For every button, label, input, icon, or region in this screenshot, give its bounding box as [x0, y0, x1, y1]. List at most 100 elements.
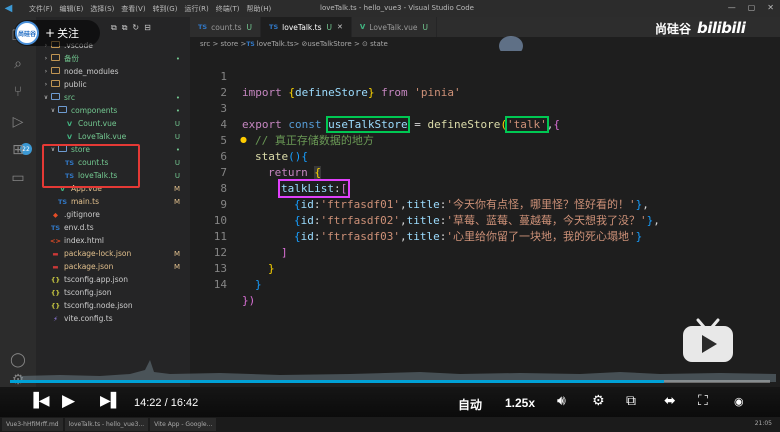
- tree-file[interactable]: ▬ package.json M: [36, 260, 190, 273]
- ts-file-icon: TS: [50, 223, 61, 232]
- code-line: 12 }: [190, 229, 780, 275]
- breadcrumb-file[interactable]: loveTalk.ts: [257, 40, 294, 48]
- follow-button[interactable]: 尚硅谷 + 关注: [14, 20, 100, 46]
- menu-item-terminal[interactable]: 终端(T): [216, 4, 240, 14]
- tab-count-ts[interactable]: TS count.ts U: [190, 17, 262, 37]
- title-bar: ◀ 文件(F) 编辑(E) 选择(S) 查看(V) 转到(G) 运行(R) 终端…: [0, 0, 780, 17]
- tab-lovetalk-vue[interactable]: V LoveTalk.vue U: [351, 17, 438, 37]
- tab-close-icon[interactable]: ✕: [337, 23, 343, 31]
- taskbar-item[interactable]: Vite App - Google...: [150, 418, 217, 431]
- tree-item-label: components: [71, 106, 118, 115]
- code-line: 4 // 真正存储数据的地方: [190, 101, 780, 147]
- maximize-icon[interactable]: ▢: [748, 3, 756, 12]
- widescreen-icon[interactable]: ⬌: [664, 393, 676, 409]
- chevron-icon: ›: [44, 68, 48, 75]
- tree-item-label: tsconfig.node.json: [64, 301, 133, 310]
- settings-icon[interactable]: ⚙: [592, 393, 605, 409]
- lightbulb-icon[interactable]: ●: [240, 135, 247, 144]
- window-title: loveTalk.ts - hello_vue3 - Visual Studio…: [320, 4, 474, 12]
- run-debug-icon[interactable]: ▷: [9, 113, 27, 131]
- tree-folder[interactable]: › 备份 •: [36, 52, 190, 65]
- breadcrumb: src > store > TS loveTalk.ts > ⊘useTalkS…: [190, 37, 780, 51]
- breadcrumb-path[interactable]: src > store >: [200, 40, 246, 48]
- npm-file-icon: ▬: [52, 249, 59, 258]
- tree-file[interactable]: ◆ .gitignore: [36, 208, 190, 221]
- git-status-badge: •: [175, 54, 180, 63]
- git-status-badge: U: [174, 158, 180, 167]
- tree-folder[interactable]: ∨ components •: [36, 104, 190, 117]
- plus-icon: +: [45, 26, 56, 40]
- close-icon[interactable]: ✕: [767, 3, 774, 12]
- up-avatar-icon[interactable]: ◉: [734, 395, 744, 408]
- taskbar-item[interactable]: loveTalk.ts - hello_vue3...: [64, 418, 149, 431]
- code-line: 8 {id:'ftrfasdf01',title:'今天你有点怪，哪里怪？怪好看…: [190, 165, 780, 211]
- tree-file[interactable]: <> index.html: [36, 234, 190, 247]
- tree-folder[interactable]: ∨ src •: [36, 91, 190, 104]
- tree-file[interactable]: {} tsconfig.node.json: [36, 299, 190, 312]
- tree-folder[interactable]: › node_modules: [36, 65, 190, 78]
- picture-in-picture-icon[interactable]: ⧉: [626, 393, 636, 409]
- menu-item-go[interactable]: 转到(G): [153, 4, 178, 14]
- previous-icon[interactable]: ▐◀: [28, 393, 50, 409]
- vscode-logo-icon: ◀: [4, 3, 13, 14]
- chevron-icon: ›: [44, 81, 48, 88]
- taskbar-item[interactable]: Vue3-hHfiMrff.md: [2, 418, 63, 431]
- source-control-icon[interactable]: ⑂: [9, 83, 27, 101]
- git-status-badge: M: [173, 184, 180, 193]
- bilibili-logo: bilibili: [697, 19, 746, 37]
- tree-file[interactable]: V Count.vue U: [36, 117, 190, 130]
- tree-item-label: LoveTalk.vue: [78, 132, 127, 141]
- tree-file[interactable]: ⚡ vite.config.ts: [36, 312, 190, 325]
- tree-file[interactable]: TS env.d.ts: [36, 221, 190, 234]
- vue-file-icon: V: [66, 119, 73, 128]
- video-progress-bar[interactable]: [10, 380, 770, 383]
- tree-item-label: tsconfig.json: [64, 288, 112, 297]
- menu-item-file[interactable]: 文件(F): [29, 4, 53, 14]
- explorer-actions-icon[interactable]: ⧉⧉↻⊟: [111, 23, 156, 33]
- code-line: 10 {id:'ftrfasdf03',title:'心里给你留了一块地，我的死…: [190, 197, 780, 243]
- chevron-icon: ∨: [43, 94, 49, 101]
- uploader-avatar[interactable]: 尚硅谷: [15, 21, 39, 45]
- menu-item-help[interactable]: 帮助(H): [247, 4, 272, 14]
- tree-file[interactable]: TS main.ts M: [36, 195, 190, 208]
- code-line: 6 return {: [190, 133, 780, 179]
- tree-file[interactable]: V LoveTalk.vue U: [36, 130, 190, 143]
- tab-lovetalk-ts[interactable]: TS loveTalk.ts U ✕: [261, 17, 352, 37]
- minimize-icon[interactable]: —: [728, 3, 736, 12]
- next-icon[interactable]: ▶▌: [100, 393, 122, 409]
- tree-item-label: index.html: [64, 236, 104, 245]
- current-time: 14:22: [134, 397, 162, 409]
- code-line: 3 export const useTalkStore = defineStor…: [190, 85, 780, 133]
- breadcrumb-symbol[interactable]: > ⊘useTalkStore > ⊙ state: [293, 40, 387, 48]
- menu-item-run[interactable]: 运行(R): [184, 4, 208, 14]
- tree-file[interactable]: {} tsconfig.json: [36, 286, 190, 299]
- menu-item-edit[interactable]: 编辑(E): [60, 4, 84, 14]
- tree-folder[interactable]: › public: [36, 78, 190, 91]
- speed-button[interactable]: 1.25x: [505, 396, 535, 410]
- fullscreen-icon[interactable]: ⛶: [698, 393, 708, 409]
- remote-explorer-icon[interactable]: ▭: [9, 169, 27, 187]
- menu-item-selection[interactable]: 选择(S): [90, 4, 114, 14]
- json-file-icon: {}: [50, 288, 61, 297]
- tree-file[interactable]: {} tsconfig.app.json: [36, 273, 190, 286]
- git-status-badge: M: [173, 197, 180, 206]
- folder-shape: [51, 67, 60, 74]
- quality-button[interactable]: 自动: [458, 396, 482, 413]
- tree-item-label: env.d.ts: [64, 223, 94, 232]
- extensions-icon[interactable]: ⊞: [9, 141, 27, 159]
- taskbar-clock: 21:05: [754, 420, 772, 427]
- search-icon[interactable]: ⌕: [9, 55, 27, 73]
- chevron-icon: ›: [44, 55, 48, 62]
- npm-file-icon: ▬: [52, 262, 59, 271]
- menu-item-view[interactable]: 查看(V): [121, 4, 145, 14]
- volume-icon[interactable]: 🔊︎: [557, 393, 566, 409]
- json-file-icon: {}: [50, 275, 61, 284]
- brand-watermark: 尚硅谷 bilibili: [655, 17, 765, 39]
- play-icon[interactable]: ▶: [62, 391, 75, 411]
- json-file-icon: {}: [50, 301, 61, 310]
- store-highlight-box: [42, 144, 140, 188]
- audio-waveform: [20, 360, 776, 382]
- tree-item-label: public: [64, 80, 87, 89]
- tab-status: U: [246, 22, 253, 32]
- tree-file[interactable]: ▬ package-lock.json M: [36, 247, 190, 260]
